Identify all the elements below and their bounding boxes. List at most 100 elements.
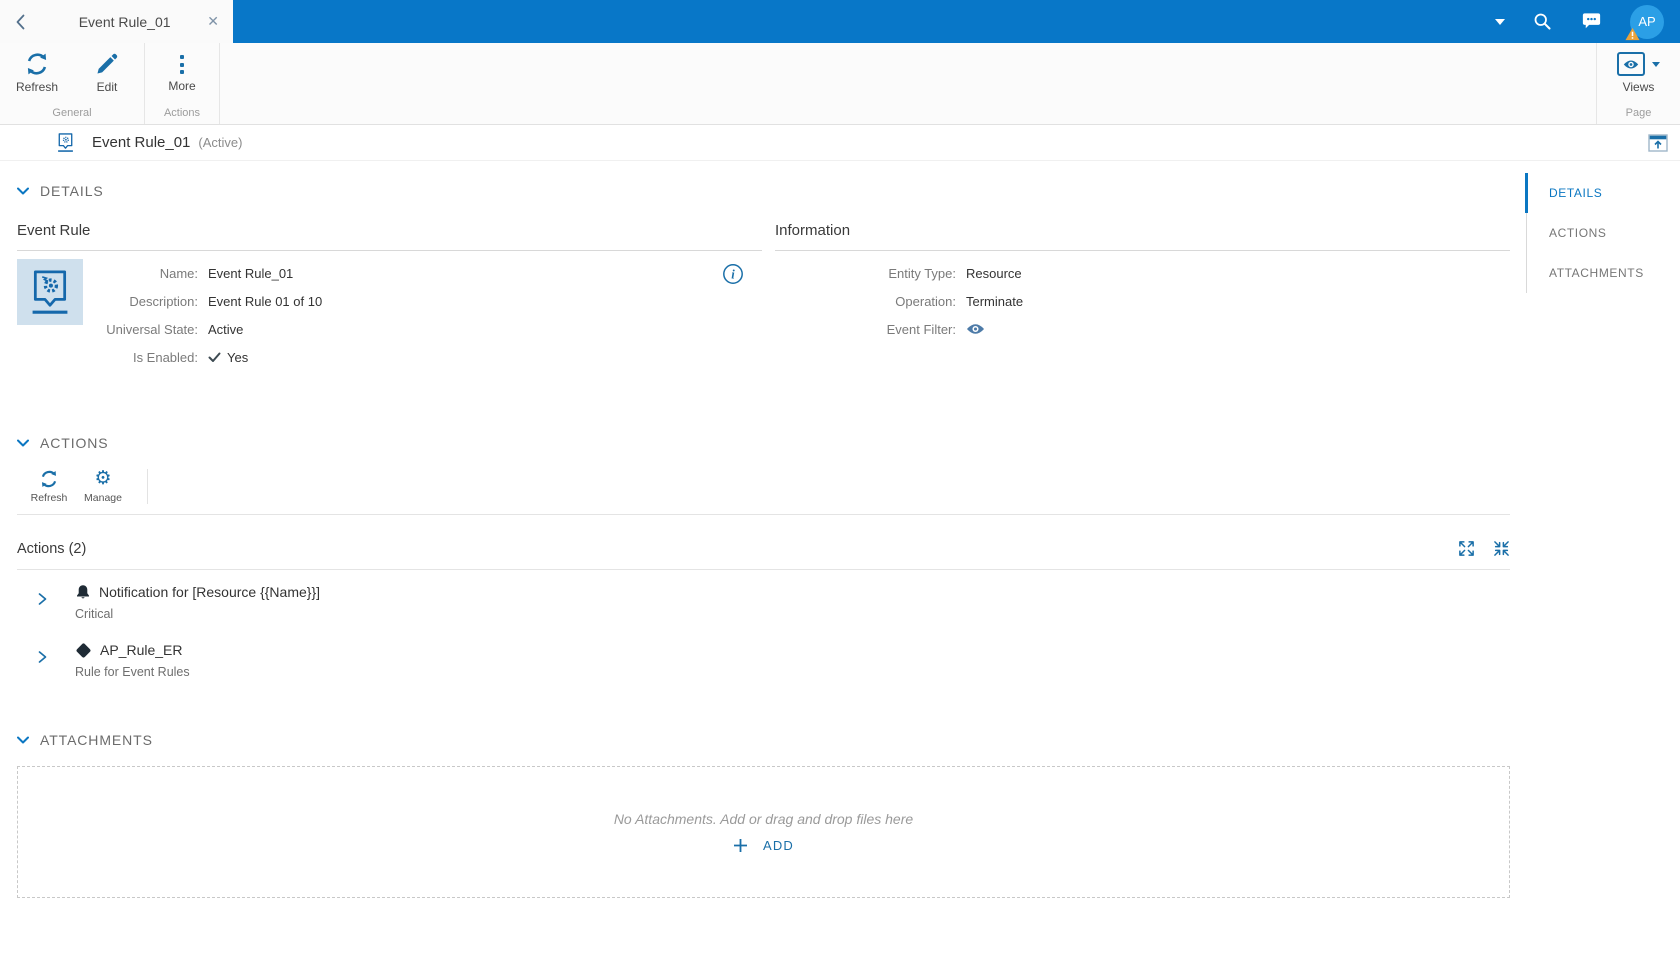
avatar-initials: AP: [1638, 14, 1656, 29]
action-title[interactable]: AP_Rule_ER: [100, 642, 183, 658]
ribbon-toolbar: Refresh Edit General More Actions Views …: [0, 43, 1680, 125]
attachments-section-label: ATTACHMENTS: [40, 732, 153, 748]
field-row-description: Description: Event Rule 01 of 10: [17, 287, 762, 315]
field-value: Resource: [966, 265, 1022, 281]
field-row-universal-state: Universal State: Active: [17, 315, 762, 343]
more-label: More: [168, 79, 196, 93]
field-value-text: Yes: [227, 349, 249, 365]
views-label: Views: [1622, 80, 1655, 94]
close-tab-icon[interactable]: ✕: [203, 11, 223, 32]
field-value: Event Rule 01 of 10: [208, 293, 323, 309]
information-card: Information Entity Type: Resource Operat…: [775, 221, 1510, 371]
tab-title: Event Rule_01: [78, 13, 171, 30]
actions-section-label: ACTIONS: [40, 435, 109, 451]
refresh-button[interactable]: Refresh: [10, 48, 64, 104]
warning-icon: [1625, 27, 1640, 41]
event-rule-icon: [56, 132, 75, 153]
main-panel: DETAILS Event Rule Name: Event Rule_01 D…: [0, 161, 1510, 898]
action-title[interactable]: Notification for [Resource {{Name}}]: [99, 584, 320, 600]
diamond-icon: [75, 642, 92, 658]
actions-manage-label: Manage: [84, 492, 122, 504]
field-row-name: Name: Event Rule_01: [17, 259, 762, 287]
chevron-down-icon: [17, 187, 29, 195]
edit-button[interactable]: Edit: [80, 48, 134, 104]
more-button[interactable]: More: [155, 48, 209, 104]
ribbon-group-actions: More Actions: [145, 43, 220, 124]
details-section: DETAILS Event Rule Name: Event Rule_01 D…: [17, 161, 1510, 371]
toolbar-divider: [147, 469, 148, 504]
ribbon-group-label: Actions: [163, 107, 201, 119]
attachments-dropzone[interactable]: No Attachments. Add or drag and drop fil…: [17, 766, 1510, 898]
add-label: ADD: [762, 838, 795, 853]
header-dropdown-icon[interactable]: [1495, 18, 1505, 25]
chevron-down-icon: [17, 439, 29, 447]
info-icon[interactable]: i: [722, 263, 744, 285]
gear-icon: ⚙: [94, 468, 112, 489]
add-attachment-button[interactable]: ADD: [733, 838, 794, 853]
ribbon-group-label: Page: [1625, 107, 1652, 119]
bell-icon: [77, 585, 89, 599]
action-subtitle: Rule for Event Rules: [75, 665, 190, 679]
field-row-operation: Operation: Terminate: [775, 287, 1510, 315]
chat-icon[interactable]: [1580, 10, 1603, 33]
field-label: Entity Type:: [888, 265, 956, 281]
tab-event-rule[interactable]: Event Rule_01 ✕: [42, 0, 233, 43]
refresh-icon: [27, 53, 47, 75]
header-actions: AP: [1495, 0, 1680, 43]
section-nav: DETAILS ACTIONS ATTACHMENTS: [1525, 173, 1680, 293]
status-badge: (Active): [198, 135, 243, 150]
actions-toolbar: Refresh ⚙ Manage: [17, 469, 1510, 515]
ribbon-group-page: Views Page: [1596, 43, 1680, 124]
expand-row-icon[interactable]: [17, 584, 75, 622]
field-label: Is Enabled:: [132, 349, 198, 365]
actions-manage-button[interactable]: ⚙ Manage: [79, 468, 127, 505]
expand-all-icon[interactable]: [1458, 540, 1475, 557]
section-nav-details[interactable]: DETAILS: [1525, 173, 1680, 213]
svg-text:i: i: [731, 268, 735, 282]
edit-label: Edit: [96, 80, 118, 94]
actions-refresh-button[interactable]: Refresh: [25, 469, 73, 504]
details-section-header[interactable]: DETAILS: [17, 181, 1510, 201]
attachments-section-header[interactable]: ATTACHMENTS: [17, 730, 1510, 750]
action-row-rule: AP_Rule_ER Rule for Event Rules: [17, 628, 1510, 686]
page-content: DETAILS Event Rule Name: Event Rule_01 D…: [0, 161, 1680, 965]
entity-titlebar: Event Rule_01 (Active): [0, 125, 1680, 161]
actions-section-header[interactable]: ACTIONS: [17, 433, 1510, 453]
restore-panel-icon[interactable]: [1648, 133, 1668, 152]
event-rule-card: Event Rule Name: Event Rule_01 Descripti…: [17, 221, 762, 371]
collapse-all-icon[interactable]: [1493, 540, 1510, 557]
field-value: Terminate: [966, 293, 1024, 309]
ribbon-group-general: Refresh Edit General: [0, 43, 145, 124]
event-rule-tile-icon: [17, 259, 83, 325]
back-button[interactable]: [0, 0, 42, 43]
app-header: Event Rule_01 ✕ AP: [0, 0, 1680, 43]
attachments-section: ATTACHMENTS No Attachments. Add or drag …: [17, 730, 1510, 898]
avatar[interactable]: AP: [1625, 4, 1664, 40]
section-nav-actions[interactable]: ACTIONS: [1525, 213, 1680, 253]
refresh-icon: [41, 470, 57, 488]
field-value: Event Rule_01: [208, 265, 294, 281]
expand-row-icon[interactable]: [17, 642, 75, 680]
section-nav-attachments[interactable]: ATTACHMENTS: [1525, 253, 1680, 293]
action-subtitle: Critical: [75, 607, 114, 621]
eye-icon: [1617, 52, 1645, 76]
views-dropdown-icon[interactable]: [1652, 61, 1660, 67]
field-row-entity-type: Entity Type: Resource: [775, 259, 1510, 287]
actions-section: ACTIONS Refresh ⚙ Manage Actions (2) Not…: [17, 433, 1510, 686]
views-button[interactable]: [1617, 48, 1660, 76]
actions-list-header: Actions (2): [17, 539, 1510, 570]
check-icon: [208, 352, 221, 362]
field-label: Event Filter:: [886, 321, 956, 337]
attachments-empty-text: No Attachments. Add or drag and drop fil…: [613, 811, 914, 827]
actions-refresh-label: Refresh: [30, 492, 68, 504]
action-row-notification: Notification for [Resource {{Name}}] Cri…: [17, 570, 1510, 628]
refresh-label: Refresh: [15, 80, 59, 94]
search-icon[interactable]: [1532, 11, 1553, 32]
event-filter-eye-icon[interactable]: [966, 323, 985, 335]
ribbon-group-label: General: [52, 107, 92, 119]
information-heading: Information: [775, 221, 1510, 251]
chevron-left-icon: [16, 14, 25, 29]
field-row-is-enabled: Is Enabled: Yes: [17, 343, 762, 371]
page-title: Event Rule_01: [92, 134, 191, 151]
details-section-label: DETAILS: [40, 183, 104, 199]
